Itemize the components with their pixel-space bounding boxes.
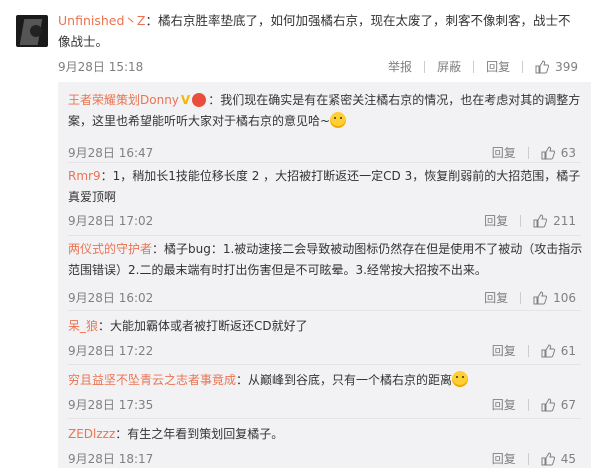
- reply-divider: [68, 235, 581, 236]
- like-button[interactable]: 211: [533, 214, 576, 228]
- report-button[interactable]: 举报: [388, 58, 412, 75]
- reply-item: 穷且益坚不坠青云之志者事竟成：从巅峰到谷底，只有一个橘右京的距离 9月28日 1…: [68, 370, 583, 412]
- reply-body: 两仪式的守护者：橘子bug：1.被动速接二会导致被动图标仍然存在但是使用不了被动…: [68, 239, 583, 281]
- timestamp: 9月28日 17:22: [68, 344, 154, 358]
- reply-button[interactable]: 回复: [486, 58, 510, 75]
- reply-divider: [68, 162, 581, 163]
- thumbs-up-icon: [541, 145, 555, 159]
- emoji-icon: [452, 371, 469, 387]
- username-link[interactable]: 穷且益坚不坠青云之志者事竟成: [68, 373, 236, 387]
- username-link[interactable]: Rmr9: [68, 169, 101, 183]
- reply-actions: 回复 61: [492, 342, 576, 359]
- divider: [473, 60, 475, 73]
- reply-item: 呆_狼：大能加霸体或者被打断返还CD就好了 9月28日 17:22 回复 61: [68, 316, 583, 358]
- block-button[interactable]: 屏蔽: [437, 58, 461, 75]
- reply-text: ：从巅峰到谷底，只有一个橘右京的距离: [236, 373, 453, 387]
- thumbs-up-icon: [533, 213, 548, 227]
- reply-button[interactable]: 回复: [492, 342, 516, 359]
- like-button[interactable]: 399: [535, 60, 578, 74]
- reply-actions: 回复 106: [484, 289, 576, 306]
- comment-thread: Unfinished丶Z：橘右京胜率垫底了，如何加强橘右京，现在太废了，刺客不像…: [0, 0, 591, 468]
- reply-meta: 9月28日 16:47 回复 63: [68, 144, 576, 162]
- like-count: 211: [553, 213, 576, 228]
- timestamp: 9月28日 18:17: [68, 452, 154, 466]
- replies-panel: 王者荣耀策划Donny V ：我们现在确实是有在紧密关注橘右京的情况，也在考虑对其的…: [58, 82, 591, 468]
- like-button[interactable]: 106: [533, 291, 576, 305]
- username-link[interactable]: ZEDlzzz: [68, 427, 115, 441]
- comment-body: Unfinished丶Z：橘右京胜率垫底了，如何加强橘右京，现在太废了，刺客不像…: [58, 10, 578, 52]
- reply-body: 穷且益坚不坠青云之志者事竟成：从巅峰到谷底，只有一个橘右京的距离: [68, 370, 583, 391]
- comment-actions: 举报 屏蔽 回复 399: [388, 58, 578, 75]
- v-badge-icon: V: [180, 93, 191, 107]
- reply-item: 王者荣耀策划Donny V ：我们现在确实是有在紧密关注橘右京的情况，也在考虑对其的…: [68, 90, 583, 160]
- timestamp: 9月28日 16:02: [68, 291, 154, 305]
- reply-body: ZEDlzzz：有生之年看到策划回复橘子。: [68, 424, 583, 445]
- reply-item: ZEDlzzz：有生之年看到策划回复橘子。 9月28日 18:17 回复 45: [68, 424, 583, 466]
- reply-button[interactable]: 回复: [492, 144, 516, 161]
- divider: [527, 398, 529, 411]
- main-comment: Unfinished丶Z：橘右京胜率垫底了，如何加强橘右京，现在太废了，刺客不像…: [0, 0, 591, 82]
- reply-divider: [68, 364, 581, 365]
- reply-meta: 9月28日 16:02 回复 106: [68, 289, 576, 307]
- username-link[interactable]: 呆_狼: [68, 319, 98, 333]
- thumbs-up-icon: [533, 290, 548, 304]
- reply-actions: 回复 45: [492, 450, 576, 467]
- level-badge-icon: [192, 93, 207, 107]
- thumbs-up-icon: [541, 343, 555, 357]
- like-count: 399: [555, 59, 578, 74]
- reply-body: 呆_狼：大能加霸体或者被打断返还CD就好了: [68, 316, 583, 337]
- reply-button[interactable]: 回复: [484, 212, 508, 229]
- divider: [520, 214, 522, 227]
- reply-button[interactable]: 回复: [492, 450, 516, 467]
- reply-meta: 9月28日 17:02 回复 211: [68, 212, 576, 230]
- reply-button[interactable]: 回复: [484, 289, 508, 306]
- reply-divider: [68, 310, 581, 311]
- divider: [522, 60, 524, 73]
- like-count: 63: [560, 145, 576, 160]
- thumbs-up-icon: [541, 397, 555, 411]
- like-count: 67: [560, 397, 576, 412]
- reply-item: Rmr9：1，稍加长1技能位移长度 2 ，大招被打断返还一定CD 3，恢复削弱前…: [68, 166, 583, 228]
- reply-actions: 回复 67: [492, 396, 576, 413]
- divider: [527, 146, 529, 159]
- reply-actions: 回复 63: [492, 144, 576, 161]
- divider: [527, 452, 529, 465]
- emoji-icon: [330, 112, 347, 128]
- username-link[interactable]: 两仪式的守护者: [68, 242, 152, 256]
- reply-divider: [68, 418, 581, 419]
- thumbs-up-icon: [541, 451, 555, 465]
- avatar[interactable]: [16, 15, 48, 47]
- reply-button[interactable]: 回复: [492, 396, 516, 413]
- like-count: 106: [553, 290, 576, 305]
- reply-meta: 9月28日 17:22 回复 61: [68, 342, 576, 360]
- divider: [424, 60, 426, 73]
- reply-item: 两仪式的守护者：橘子bug：1.被动速接二会导致被动图标仍然存在但是使用不了被动…: [68, 239, 583, 305]
- like-count: 45: [560, 451, 576, 466]
- thumbs-up-icon: [535, 59, 550, 73]
- reply-text: ：有生之年看到策划回复橘子。: [115, 427, 284, 441]
- reply-actions: 回复 211: [484, 212, 576, 229]
- reply-meta: 9月28日 18:17 回复 45: [68, 450, 576, 468]
- like-button[interactable]: 67: [541, 398, 576, 412]
- like-count: 61: [560, 343, 576, 358]
- like-button[interactable]: 61: [541, 344, 576, 358]
- username-link[interactable]: Unfinished丶Z: [58, 13, 145, 28]
- reply-body: 王者荣耀策划Donny V ：我们现在确实是有在紧密关注橘右京的情况，也在考虑对其的…: [68, 90, 583, 132]
- reply-text: ：1，稍加长1技能位移长度 2 ，大招被打断返还一定CD 3，恢复削弱前的大招范…: [68, 169, 581, 204]
- reply-body: Rmr9：1，稍加长1技能位移长度 2 ，大招被打断返还一定CD 3，恢复削弱前…: [68, 166, 583, 208]
- username-link[interactable]: 王者荣耀策划Donny: [68, 93, 179, 107]
- comment-meta: 9月28日 15:18 举报 屏蔽 回复 399: [58, 58, 578, 76]
- reply-text: ：大能加霸体或者被打断返还CD就好了: [98, 319, 308, 333]
- timestamp: 9月28日 15:18: [58, 60, 144, 74]
- like-button[interactable]: 63: [541, 146, 576, 160]
- timestamp: 9月28日 17:02: [68, 214, 154, 228]
- divider: [520, 291, 522, 304]
- timestamp: 9月28日 17:35: [68, 398, 154, 412]
- like-button[interactable]: 45: [541, 452, 576, 466]
- timestamp: 9月28日 16:47: [68, 146, 154, 160]
- reply-meta: 9月28日 17:35 回复 67: [68, 396, 576, 414]
- divider: [527, 344, 529, 357]
